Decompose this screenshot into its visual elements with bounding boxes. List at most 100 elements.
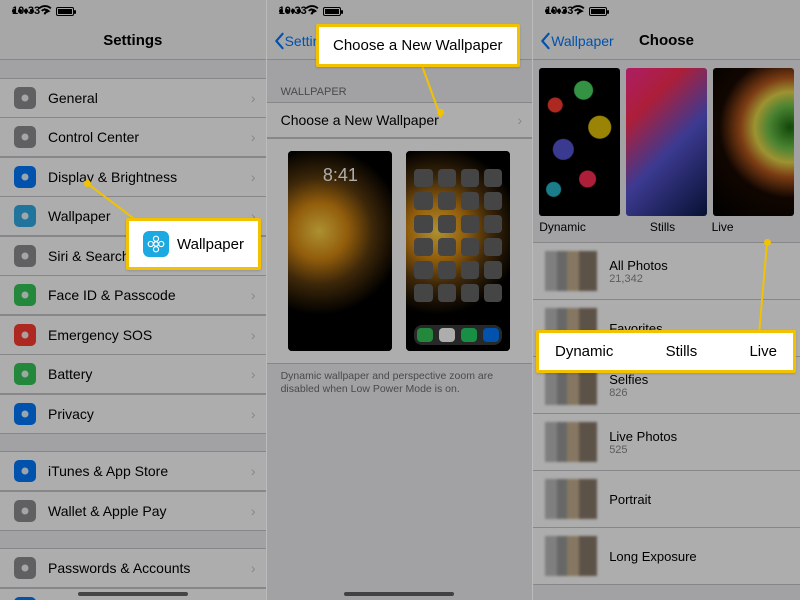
- callout-text: Wallpaper: [177, 236, 244, 253]
- photo-albums-list: All Photos21,342FavoritesSelfies826Live …: [533, 242, 800, 585]
- row-label: Wallet & Apple Pay: [48, 503, 167, 519]
- chevron-right-icon: ›: [251, 169, 256, 185]
- gear-icon: [14, 87, 36, 109]
- status-bar: 10:33: [267, 0, 533, 22]
- album-meta: Long Exposure: [609, 549, 696, 564]
- chevron-right-icon: ›: [251, 406, 256, 422]
- callout-live: Live: [749, 343, 777, 360]
- album-count: 826: [609, 387, 648, 399]
- album-row-live-photos[interactable]: Live Photos525: [533, 413, 800, 470]
- category-stills[interactable]: [626, 68, 707, 216]
- sos-icon: [14, 324, 36, 346]
- lockscreen-preview[interactable]: 8:41: [288, 151, 392, 351]
- settings-row-face-id-passcode[interactable]: Face ID & Passcode ›: [0, 275, 266, 315]
- faceid-icon: [14, 284, 36, 306]
- row-label: General: [48, 90, 98, 106]
- status-bar: 10:33: [0, 0, 266, 22]
- battery-icon: [14, 363, 36, 385]
- album-thumbnail: [545, 479, 597, 519]
- choose-wallpaper-row[interactable]: Choose a New Wallpaper ›: [267, 102, 533, 138]
- album-thumbnail: [545, 536, 597, 576]
- callout-text: Choose a New Wallpaper: [333, 37, 503, 54]
- album-thumbnail: [545, 251, 597, 291]
- battery-icon: [589, 7, 607, 16]
- panel-wallpaper: 10:33 Settings WALLPAPER Choose a New Wa…: [267, 0, 534, 600]
- row-label: Control Center: [48, 129, 139, 145]
- back-label: Wallpaper: [551, 33, 614, 49]
- settings-row-battery[interactable]: Battery›: [0, 354, 266, 394]
- wallet-icon: [14, 500, 36, 522]
- callout-categories: Dynamic Stills Live: [536, 330, 796, 373]
- chevron-right-icon: ›: [251, 90, 256, 106]
- label-live: Live: [704, 220, 794, 234]
- signal-icon: [279, 9, 301, 13]
- category-dynamic[interactable]: [539, 68, 620, 216]
- battery-icon: [56, 7, 74, 16]
- album-meta: Live Photos525: [609, 429, 677, 456]
- nav-header: Settings: [0, 22, 266, 60]
- panel-settings: 10:33 Settings General›Control Center›Di…: [0, 0, 267, 600]
- row-label: Choose a New Wallpaper: [281, 112, 439, 128]
- row-label: Face ID & Passcode: [48, 287, 176, 303]
- category-labels: Dynamic Stills Live: [533, 220, 800, 242]
- callout-wallpaper: Wallpaper: [126, 218, 261, 270]
- siri-icon: [14, 245, 36, 267]
- album-meta: Portrait: [609, 492, 651, 507]
- album-label: Selfies: [609, 372, 648, 387]
- settings-row-privacy[interactable]: Privacy ›: [0, 394, 266, 434]
- row-label: iTunes & App Store: [48, 463, 168, 479]
- sliders-icon: [14, 126, 36, 148]
- settings-row-control-center[interactable]: Control Center›: [0, 117, 266, 157]
- category-live[interactable]: [713, 68, 794, 216]
- flower-icon: [14, 205, 36, 227]
- settings-row-wallet-apple-pay[interactable]: Wallet & Apple Pay›: [0, 491, 266, 531]
- album-count: 525: [609, 444, 677, 456]
- album-meta: All Photos21,342: [609, 258, 668, 285]
- album-row-portrait[interactable]: Portrait: [533, 470, 800, 527]
- page-title: Choose: [639, 32, 694, 49]
- back-button[interactable]: Wallpaper: [539, 32, 614, 50]
- panel-choose: 10:33 Wallpaper Choose Dynamic Stills: [533, 0, 800, 600]
- signal-icon: [12, 9, 34, 13]
- home-indicator: [78, 592, 188, 596]
- row-label: Display & Brightness: [48, 169, 177, 185]
- album-label: Portrait: [609, 492, 651, 507]
- sun-icon: [14, 166, 36, 188]
- chevron-right-icon: ›: [251, 327, 256, 343]
- row-label: Siri & Search: [48, 248, 130, 264]
- footnote: Dynamic wallpaper and perspective zoom a…: [267, 364, 533, 403]
- battery-icon: [323, 7, 341, 16]
- row-label: Passwords & Accounts: [48, 560, 190, 576]
- album-row-all-photos[interactable]: All Photos21,342: [533, 242, 800, 299]
- key-icon: [14, 557, 36, 579]
- chevron-right-icon: ›: [251, 463, 256, 479]
- settings-row-passwords-accounts[interactable]: Passwords & Accounts›: [0, 548, 266, 588]
- signal-icon: [545, 9, 567, 13]
- chevron-right-icon: ›: [251, 287, 256, 303]
- label-dynamic: Dynamic: [539, 220, 621, 234]
- settings-row-itunes-app-store[interactable]: iTunes & App Store ›: [0, 451, 266, 491]
- settings-row-emergency-sos[interactable]: Emergency SOS ›: [0, 315, 266, 355]
- settings-row-display-brightness[interactable]: Display & Brightness ›: [0, 157, 266, 197]
- status-bar: 10:33: [533, 0, 800, 22]
- album-label: Live Photos: [609, 429, 677, 444]
- row-label: Wallpaper: [48, 208, 111, 224]
- chevron-right-icon: ›: [518, 112, 523, 128]
- album-label: Long Exposure: [609, 549, 696, 564]
- homescreen-preview[interactable]: [406, 151, 510, 351]
- wallpaper-preview-pair: 8:41: [267, 138, 533, 364]
- label-stills: Stills: [621, 220, 703, 234]
- row-label: Emergency SOS: [48, 327, 152, 343]
- album-row-long-exposure[interactable]: Long Exposure: [533, 527, 800, 585]
- nav-header: Wallpaper Choose: [533, 22, 800, 60]
- row-label: Privacy: [48, 406, 94, 422]
- callout-dynamic: Dynamic: [555, 343, 613, 360]
- wifi-icon: [305, 5, 319, 18]
- settings-row-general[interactable]: General ›: [0, 78, 266, 118]
- wifi-icon: [571, 5, 585, 18]
- callout-choose-new: Choose a New Wallpaper: [316, 24, 520, 67]
- wifi-icon: [38, 5, 52, 18]
- hand-icon: [14, 403, 36, 425]
- lockscreen-time: 8:41: [288, 165, 392, 186]
- album-meta: Selfies826: [609, 372, 648, 399]
